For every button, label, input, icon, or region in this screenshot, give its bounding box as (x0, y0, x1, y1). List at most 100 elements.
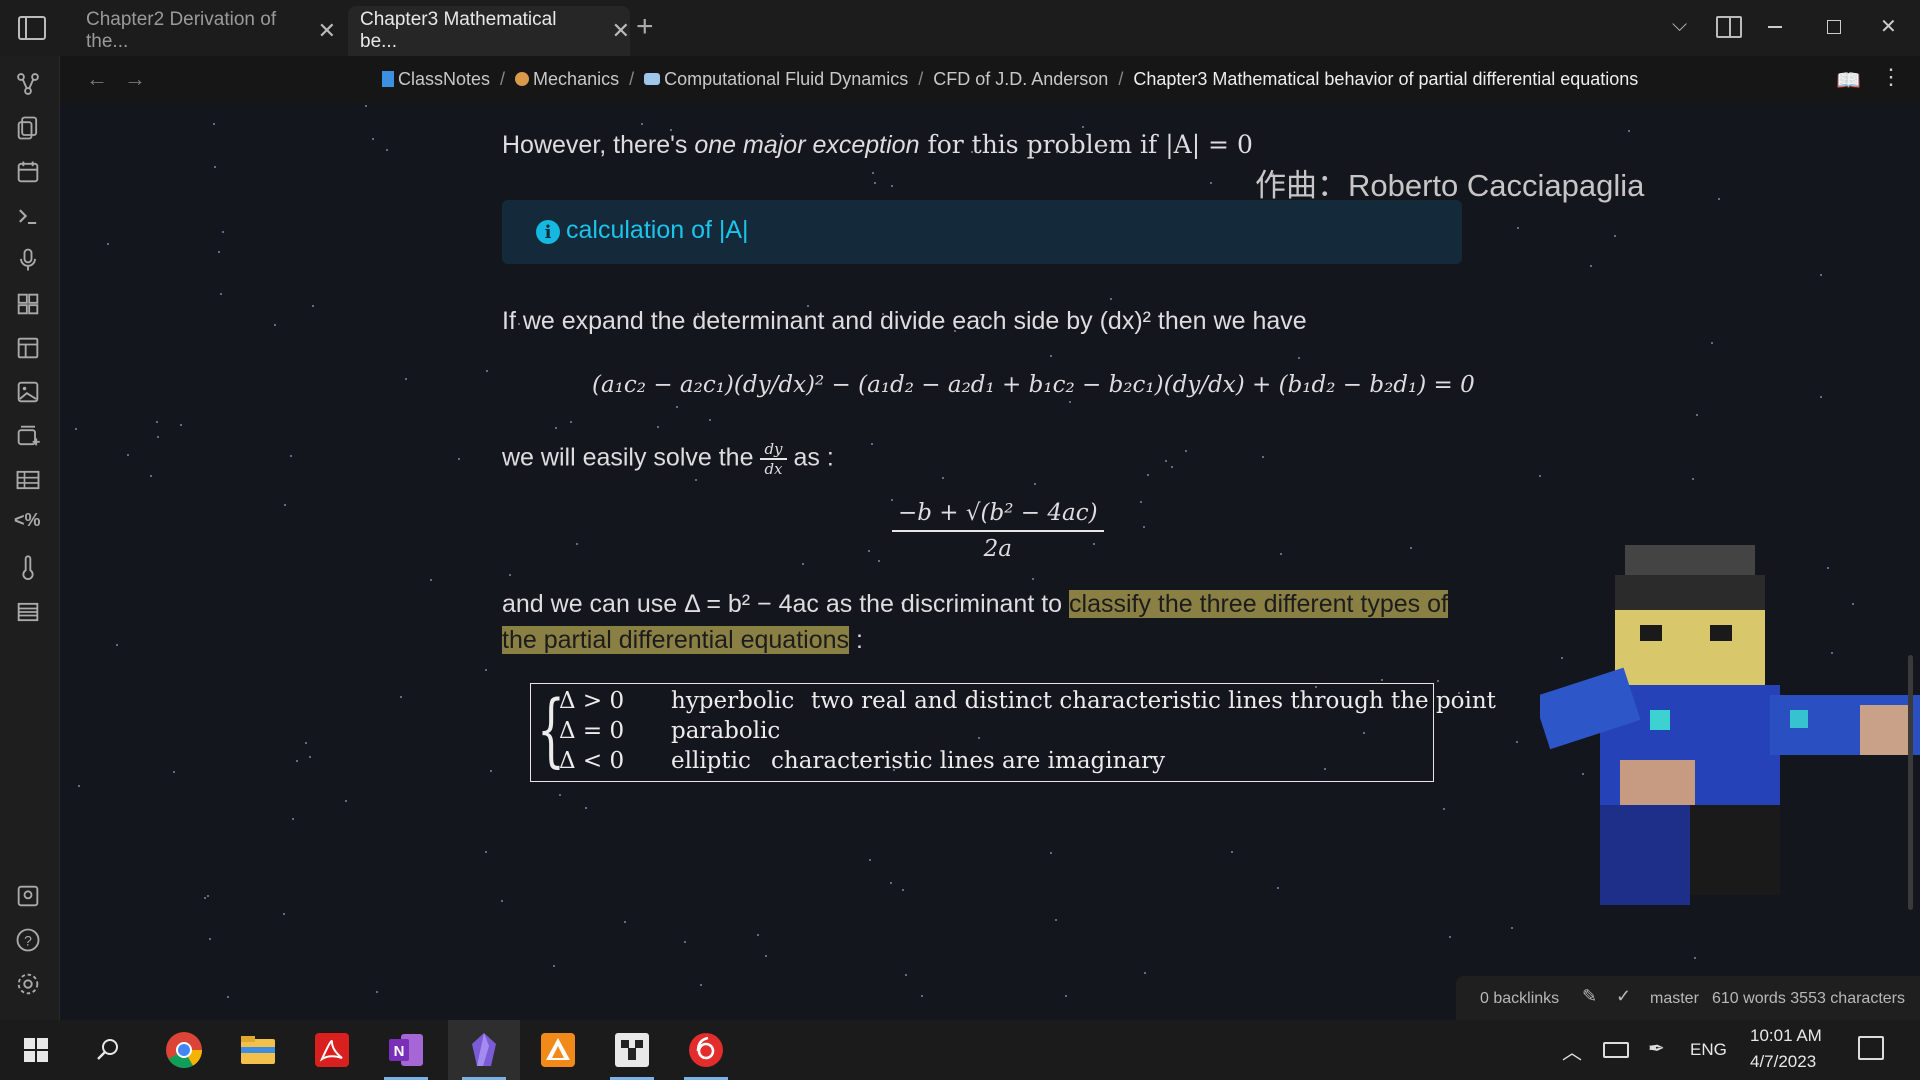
case-type: hyperbolic (671, 688, 795, 714)
breadcrumb-item[interactable]: CFD of J.D. Anderson (933, 69, 1108, 90)
search-icon[interactable] (72, 1020, 144, 1080)
chevron-down-icon[interactable]: ⌵ (1672, 14, 1687, 37)
git-branch[interactable]: master (1650, 990, 1699, 1008)
layout-icon[interactable] (14, 334, 46, 366)
tab-chapter2[interactable]: Chapter2 Derivation of the... ✕ (86, 6, 336, 56)
star (1082, 125, 1085, 128)
star (1049, 355, 1052, 358)
star (1109, 297, 1112, 300)
person-icon (515, 72, 530, 86)
star (1146, 473, 1149, 476)
denominator: dx (764, 460, 783, 478)
creeper-app-icon[interactable] (596, 1020, 668, 1080)
star (1142, 526, 1145, 529)
book-icon (382, 71, 394, 87)
check-icon[interactable]: ✓ (1616, 986, 1631, 1007)
star (1144, 972, 1147, 975)
star (657, 425, 660, 428)
star (116, 644, 119, 647)
vault-switch-icon[interactable] (14, 882, 46, 914)
back-arrow-icon[interactable]: ← (86, 66, 108, 92)
star (501, 899, 504, 902)
star (404, 377, 407, 380)
more-options-icon[interactable]: ⋮ (1880, 64, 1902, 90)
star (1819, 396, 1822, 399)
breadcrumb-item[interactable]: ClassNotes (398, 69, 490, 90)
file-explorer-icon[interactable] (222, 1020, 294, 1080)
close-icon[interactable]: ✕ (612, 18, 630, 44)
star (289, 455, 292, 458)
dashboard-icon[interactable] (14, 290, 46, 322)
image-icon[interactable] (14, 378, 46, 410)
breadcrumb-item[interactable]: Computational Fluid Dynamics (664, 69, 908, 90)
star (941, 477, 944, 480)
star (1449, 936, 1452, 939)
star (484, 851, 487, 854)
scrollbar[interactable] (1908, 655, 1913, 910)
sidebar-toggle-icon[interactable] (18, 16, 46, 40)
chevron-up-icon[interactable]: ︿ (1562, 1036, 1582, 1065)
maximize-icon[interactable] (1827, 20, 1841, 34)
star (74, 427, 77, 430)
help-icon[interactable]: ? (14, 926, 46, 958)
graph-view-icon[interactable] (14, 70, 46, 102)
case-description: two real and distinct characteristic lin… (811, 688, 1496, 714)
star (1171, 465, 1174, 468)
language-indicator[interactable]: ENG (1690, 1040, 1727, 1060)
notification-icon[interactable] (1858, 1036, 1884, 1060)
paragraph-discriminant: and we can use Δ = b² − 4ac as the discr… (502, 586, 1448, 658)
reading-view-icon[interactable]: 📖 (1836, 68, 1861, 93)
onenote-icon[interactable]: N (370, 1020, 442, 1080)
star (206, 894, 209, 897)
star (872, 171, 875, 174)
info-callout[interactable]: i calculation of |A| (502, 200, 1462, 264)
obsidian-icon[interactable] (448, 1020, 520, 1080)
star (375, 991, 378, 994)
minimize-icon[interactable] (1768, 26, 1782, 28)
star (126, 454, 129, 457)
star (1510, 927, 1513, 930)
star (873, 181, 876, 184)
star (364, 104, 367, 107)
breadcrumb-item[interactable]: Mechanics (533, 69, 619, 90)
windows-start-icon[interactable] (0, 1020, 72, 1080)
star (1693, 957, 1696, 960)
mask-icon (644, 73, 661, 85)
pen-icon[interactable]: ✒ (1648, 1036, 1665, 1061)
table-icon[interactable] (14, 466, 46, 498)
tab-chapter3[interactable]: Chapter3 Mathematical be... ✕ (348, 6, 630, 56)
split-view-icon[interactable] (1716, 16, 1742, 38)
new-tab-icon[interactable]: + (636, 10, 654, 44)
text: as : (793, 443, 834, 472)
add-card-icon[interactable] (14, 422, 46, 454)
text: we will easily solve the (502, 443, 754, 472)
star (641, 123, 644, 126)
chrome-icon[interactable] (148, 1020, 220, 1080)
backlinks-count[interactable]: 0 backlinks (1480, 990, 1559, 1008)
star (1032, 578, 1035, 581)
case-description: characteristic lines are imaginary (771, 748, 1166, 774)
left-ribbon: <% ? (0, 56, 60, 1020)
list-view-icon[interactable] (14, 598, 46, 630)
netease-music-icon[interactable] (670, 1020, 742, 1080)
terminal-icon[interactable] (14, 202, 46, 234)
star (220, 293, 223, 296)
thermometer-icon[interactable] (14, 554, 46, 586)
acrobat-icon[interactable] (296, 1020, 368, 1080)
close-icon[interactable]: ✕ (318, 18, 336, 44)
star (203, 896, 206, 899)
battery-icon[interactable] (1603, 1042, 1629, 1058)
star (1050, 851, 1053, 854)
close-window-icon[interactable]: ✕ (1880, 14, 1897, 39)
microphone-icon[interactable] (14, 246, 46, 278)
templater-icon[interactable]: <% (14, 510, 46, 542)
clock-date[interactable]: 4/7/2023 (1750, 1052, 1816, 1072)
settings-gear-icon[interactable] (14, 970, 46, 1002)
calendar-icon[interactable] (14, 158, 46, 190)
pencil-icon[interactable]: ✎ (1582, 986, 1597, 1007)
clock-time[interactable]: 10:01 AM (1750, 1026, 1822, 1046)
pyramid-app-icon[interactable] (522, 1020, 594, 1080)
copy-file-icon[interactable] (14, 114, 46, 146)
forward-arrow-icon[interactable]: → (124, 66, 146, 92)
star (623, 920, 626, 923)
